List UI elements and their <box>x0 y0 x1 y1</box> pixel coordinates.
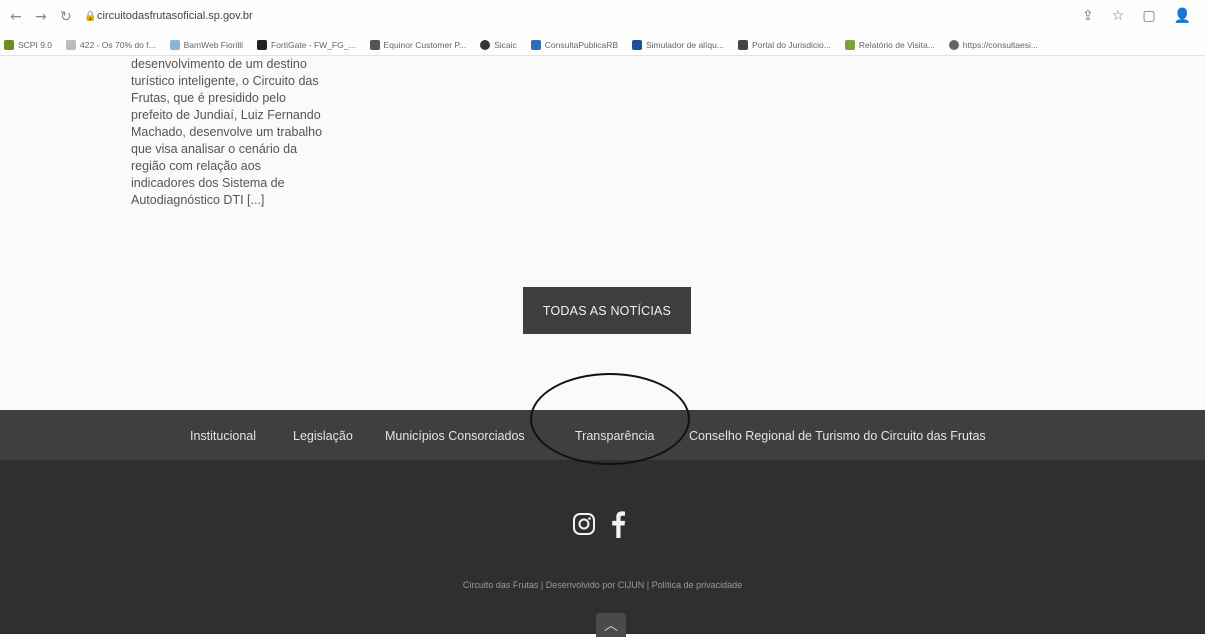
bookmark-item[interactable]: ConsultaPublicaRB <box>530 39 618 50</box>
excerpt-line: que visa analisar o cenário da <box>131 142 298 156</box>
excerpt-line: Machado, desenvolve um trabalho <box>131 125 323 139</box>
instagram-icon[interactable] <box>572 512 596 536</box>
bookmark-icon <box>480 39 491 50</box>
bookmark-icon <box>530 39 541 50</box>
footer-link-institucional[interactable]: Institucional <box>190 429 256 443</box>
bookmarks-bar: SCPI 9.0 422 - Os 70% do f... BamWeb Fio… <box>0 34 1205 56</box>
footer-credits[interactable]: Circuito das Frutas | Desenvolvido por C… <box>0 580 1205 590</box>
footer <box>0 460 1205 634</box>
bookmark-icon <box>844 39 855 50</box>
bookmark-icon <box>948 39 959 50</box>
all-news-button[interactable]: TODAS AS NOTÍCIAS <box>523 287 691 334</box>
profile-icon[interactable]: 👤 <box>1174 8 1191 24</box>
back-icon[interactable]: ← <box>10 9 22 25</box>
bookmark-item[interactable]: BamWeb Fiorilli <box>169 39 243 50</box>
facebook-icon[interactable] <box>610 510 626 538</box>
footer-link-legislacao[interactable]: Legislação <box>293 429 353 443</box>
bookmark-item[interactable]: Equinor Customer P... <box>369 39 466 50</box>
chevron-up-icon: ︿ <box>604 617 618 633</box>
address-bar[interactable]: circuitodasfrutasoficial.sp.gov.br <box>97 10 253 22</box>
footer-link-transparencia[interactable]: Transparência <box>575 429 654 443</box>
bookmark-item[interactable]: Relatório de Visita... <box>844 39 935 50</box>
excerpt-line: Autodiagnóstico DTI [...] <box>131 193 265 207</box>
bookmark-icon <box>257 39 267 50</box>
bookmark-icon <box>169 39 180 50</box>
scroll-to-top-button[interactable]: ︿ <box>596 613 626 637</box>
footer-link-municipios[interactable]: Municípios Consorciados <box>385 429 525 443</box>
bookmark-item[interactable]: https://consultaesi... <box>948 39 1038 50</box>
share-icon[interactable]: ⇪ <box>1082 8 1094 24</box>
bookmark-icon <box>369 39 380 50</box>
reload-icon[interactable]: ↻ <box>60 9 72 25</box>
browser-toolbar: ← → ↻ 🔒 circuitodasfrutasoficial.sp.gov.… <box>0 0 1205 34</box>
bookmark-item[interactable]: SCPI 9.0 <box>4 39 52 50</box>
bookmark-icon <box>632 39 642 50</box>
lock-icon[interactable]: 🔒 <box>84 11 96 22</box>
excerpt-line: Frutas, que é presidido pelo <box>131 91 286 105</box>
excerpt-line: prefeito de Jundiaí, Luiz Fernando <box>131 108 321 122</box>
social-links <box>572 510 626 538</box>
bookmark-icon <box>4 39 14 50</box>
excerpt-line: indicadores dos Sistema de <box>131 176 285 190</box>
excerpt-line: desenvolvimento de um destino <box>131 57 307 71</box>
bookmark-icon <box>737 39 748 50</box>
bookmark-item[interactable]: Portal do Jurisdicio... <box>737 39 831 50</box>
footer-link-conselho[interactable]: Conselho Regional de Turismo do Circuito… <box>689 429 986 443</box>
bookmark-star-icon[interactable]: ☆ <box>1112 8 1125 24</box>
excerpt-line: região com relação aos <box>131 159 261 173</box>
bookmark-icon <box>66 39 77 50</box>
bookmark-item[interactable]: FortiGate - FW_FG_... <box>257 39 356 50</box>
news-excerpt[interactable]: desenvolvimento de um destino turístico … <box>131 56 351 209</box>
window-icon[interactable]: ▢ <box>1142 8 1155 24</box>
footer-nav: Institucional Legislação Municípios Cons… <box>0 410 1205 460</box>
bookmark-item[interactable]: Simulador de alíqu... <box>632 39 724 50</box>
bookmark-item[interactable]: Sicaic <box>480 39 517 50</box>
bookmark-item[interactable]: 422 - Os 70% do f... <box>66 39 156 50</box>
excerpt-line: turístico inteligente, o Circuito das <box>131 74 319 88</box>
forward-icon[interactable]: → <box>35 9 47 25</box>
